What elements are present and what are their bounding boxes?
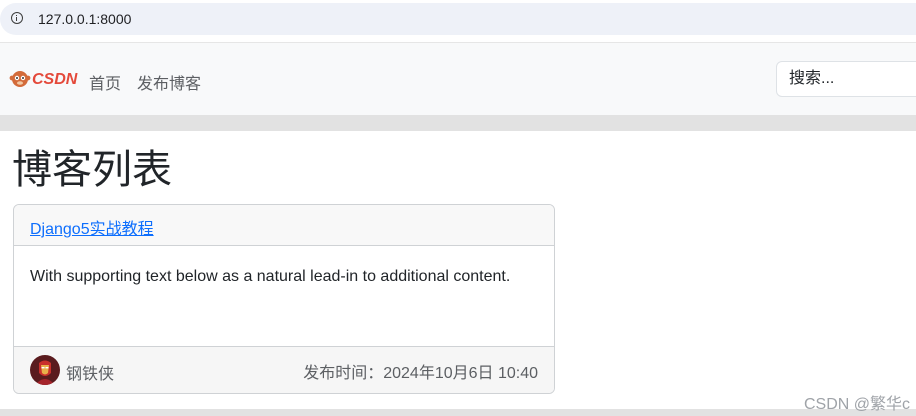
card-body: With supporting text below as a natural … [30,268,511,285]
publish-time-value: 2024年10月6日 10:40 [383,365,538,382]
site-navbar: CSDN 首页 发布博客 [0,43,916,115]
blog-card: Django5实战教程 With supporting text below a… [13,204,555,394]
browser-toolbar: 127.0.0.1:8000 [0,0,916,43]
author-avatar [30,355,60,385]
divider-strip [0,115,916,131]
card-footer: 钢铁侠 发布时间：2024年10月6日 10:40 [14,346,554,393]
bottom-divider [0,409,916,416]
post-title-link[interactable]: Django5实战教程 [30,221,154,238]
main-content: 博客列表 Django5实战教程 With supporting text be… [0,131,916,409]
info-icon[interactable] [11,12,23,24]
url-text[interactable]: 127.0.0.1:8000 [38,11,131,27]
card-header: Django5实战教程 [14,205,554,246]
watermark-text: CSDN @繁华c [804,396,911,413]
publish-time: 发布时间：2024年10月6日 10:40 [303,359,538,383]
publish-time-label: 发布时间： [303,365,384,382]
page-title: 博客列表 [12,148,172,192]
nav-home-link[interactable]: 首页 [89,70,121,94]
author-name: 钢铁侠 [66,366,115,383]
csdn-logo[interactable]: CSDN [9,67,83,91]
nav-publish-link[interactable]: 发布博客 [137,70,201,94]
svg-text:CSDN: CSDN [32,71,78,88]
address-bar[interactable]: 127.0.0.1:8000 [0,3,916,35]
search-input[interactable] [776,61,916,97]
